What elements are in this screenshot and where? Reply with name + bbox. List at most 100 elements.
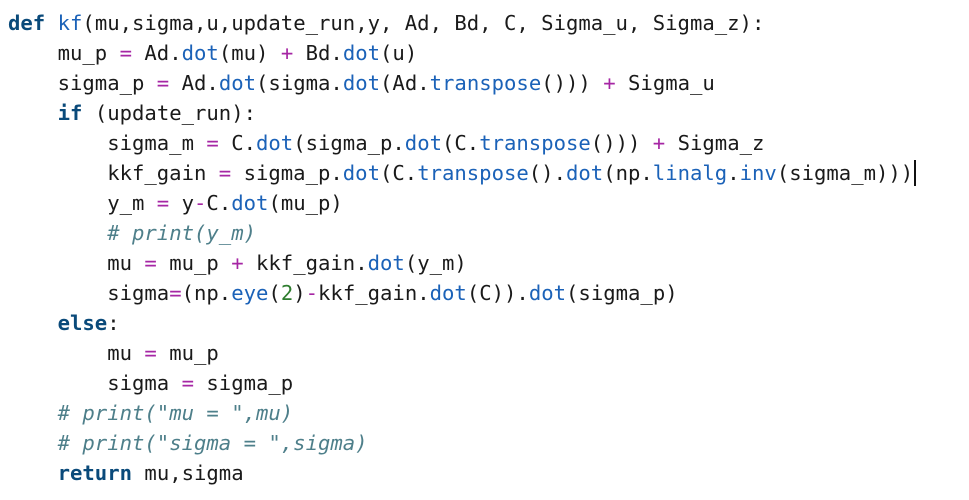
code-token: (Ad. bbox=[380, 71, 430, 95]
code-token: (C. bbox=[442, 131, 480, 155]
code-line[interactable]: mu_p = Ad.dot(mu) + Bd.dot(u) bbox=[8, 38, 916, 68]
operator-token: = bbox=[144, 341, 157, 365]
code-line[interactable]: sigma=(np.eye(2)-kkf_gain.dot(C)).dot(si… bbox=[8, 278, 916, 308]
operator-token: - bbox=[194, 191, 207, 215]
operator-token: = bbox=[156, 191, 170, 215]
code-line[interactable]: sigma = sigma_p bbox=[8, 368, 916, 398]
code-token: (sigma. bbox=[256, 71, 343, 95]
operator-token: + bbox=[280, 41, 294, 65]
comment-token: # print(y_m) bbox=[107, 221, 256, 245]
operator-token: = bbox=[206, 131, 219, 155]
function-token: inv bbox=[739, 161, 777, 185]
code-editor[interactable]: def kf(mu,sigma,u,update_run,y, Ad, Bd, … bbox=[0, 0, 969, 500]
code-token: mu_p bbox=[8, 41, 120, 65]
code-token: ())) bbox=[541, 71, 604, 95]
keyword-token: def bbox=[8, 11, 46, 35]
operator-token: + bbox=[652, 131, 666, 155]
function-token: eye bbox=[231, 281, 269, 305]
function-token: kf bbox=[57, 11, 83, 35]
code-token: (). bbox=[528, 161, 566, 185]
code-line[interactable]: # print("sigma = ",sigma) bbox=[8, 428, 916, 458]
keyword-token: else bbox=[57, 311, 108, 335]
operator-token: + bbox=[231, 251, 244, 275]
function-token: transpose bbox=[429, 71, 542, 95]
code-token: Sigma_u bbox=[615, 71, 715, 95]
code-token: mu_p bbox=[156, 341, 219, 365]
code-token: mu bbox=[8, 251, 145, 275]
operator-token: = bbox=[156, 71, 170, 95]
code-line[interactable]: if (update_run): bbox=[8, 98, 916, 128]
function-token: linalg bbox=[652, 161, 728, 185]
code-token: Bd. bbox=[293, 41, 343, 65]
code-token: Sigma_z bbox=[665, 131, 765, 155]
code-token: : bbox=[107, 311, 120, 335]
function-token: dot bbox=[342, 41, 381, 65]
code-token: (sigma_m))) bbox=[776, 161, 914, 185]
code-token: (y_m) bbox=[404, 251, 467, 275]
code-token: C. bbox=[218, 131, 256, 155]
code-token: (sigma_p. bbox=[293, 131, 405, 155]
function-token: transpose bbox=[417, 161, 529, 185]
code-token: kkf_gain. bbox=[243, 251, 368, 275]
code-token: mu,sigma bbox=[132, 461, 244, 485]
keyword-token: return bbox=[57, 461, 133, 485]
text-cursor bbox=[914, 160, 917, 186]
function-token: dot bbox=[181, 41, 219, 65]
function-token: dot bbox=[565, 161, 604, 185]
code-line[interactable]: return mu,sigma bbox=[8, 458, 916, 488]
comment-token: # print("sigma = ",sigma) bbox=[57, 431, 368, 455]
function-token: dot bbox=[342, 71, 381, 95]
operator-token: = bbox=[119, 41, 132, 65]
code-token: (C. bbox=[379, 161, 418, 185]
function-token: dot bbox=[367, 251, 405, 275]
code-token: ())) bbox=[590, 131, 653, 155]
code-line[interactable]: sigma_m = C.dot(sigma_p.dot(C.transpose(… bbox=[8, 128, 916, 158]
code-token: sigma bbox=[8, 371, 182, 395]
function-token: dot bbox=[342, 161, 380, 185]
code-token: kkf_gain bbox=[8, 161, 219, 185]
code-token: Ad. bbox=[132, 41, 182, 65]
code-line[interactable]: mu = mu_p bbox=[8, 338, 916, 368]
function-token: transpose bbox=[479, 131, 591, 155]
code-line[interactable]: sigma_p = Ad.dot(sigma.dot(Ad.transpose(… bbox=[8, 68, 916, 98]
code-token: sigma_m bbox=[8, 131, 207, 155]
function-token: dot bbox=[256, 131, 294, 155]
operator-token: - bbox=[305, 281, 319, 305]
code-line[interactable]: y_m = y-C.dot(mu_p) bbox=[8, 188, 916, 218]
code-token: (mu_p) bbox=[268, 191, 343, 215]
code-token: sigma bbox=[8, 281, 170, 305]
code-line[interactable]: mu = mu_p + kkf_gain.dot(y_m) bbox=[8, 248, 916, 278]
keyword-token: if bbox=[57, 101, 83, 125]
code-token: . bbox=[727, 161, 740, 185]
code-token: (np. bbox=[603, 161, 653, 185]
function-token: dot bbox=[528, 281, 567, 305]
code-line[interactable]: # print("mu = ",mu) bbox=[8, 398, 916, 428]
code-line[interactable]: kkf_gain = sigma_p.dot(C.transpose().dot… bbox=[8, 158, 917, 188]
code-token: (np. bbox=[181, 281, 232, 305]
code-area[interactable]: def kf(mu,sigma,u,update_run,y, Ad, Bd, … bbox=[8, 8, 917, 488]
code-token: kkf_gain. bbox=[318, 281, 430, 305]
code-token: (mu,sigma,u,update_run,y, Ad, Bd, C, Sig… bbox=[82, 11, 765, 35]
code-token: mu_p bbox=[156, 251, 232, 275]
code-token: ) bbox=[293, 281, 306, 305]
comment-token: # print("mu = ",mu) bbox=[57, 401, 294, 425]
code-token: (u) bbox=[380, 41, 418, 65]
operator-token: = bbox=[144, 251, 157, 275]
operator-token: = bbox=[169, 281, 182, 305]
code-line[interactable]: def kf(mu,sigma,u,update_run,y, Ad, Bd, … bbox=[8, 8, 916, 38]
code-line[interactable]: else: bbox=[8, 308, 916, 338]
code-line[interactable]: # print(y_m) bbox=[8, 218, 916, 248]
function-token: dot bbox=[404, 131, 442, 155]
code-token: y bbox=[169, 191, 195, 215]
code-token: (mu) bbox=[218, 41, 281, 65]
number-token: 2 bbox=[280, 281, 294, 305]
function-token: dot bbox=[231, 191, 269, 215]
code-token: sigma_p. bbox=[231, 161, 343, 185]
